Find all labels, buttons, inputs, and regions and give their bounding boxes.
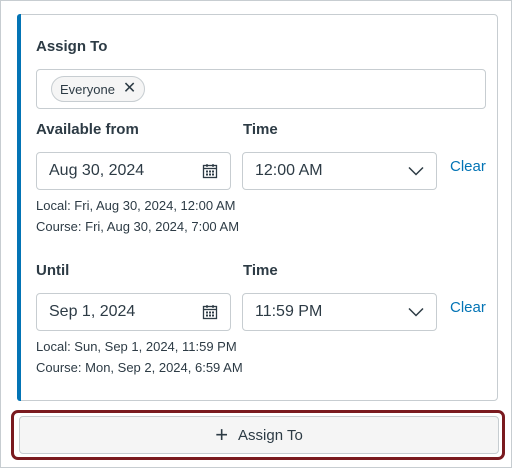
calendar-icon[interactable]: [202, 163, 218, 179]
available-from-clear-button[interactable]: Clear: [450, 158, 486, 175]
plus-icon: +: [215, 422, 229, 447]
available-from-date-value: Aug 30, 2024: [49, 162, 145, 179]
until-clear-button[interactable]: Clear: [450, 299, 486, 316]
assign-to-input[interactable]: Everyone ✕: [36, 69, 486, 109]
until-time-label: Time: [243, 262, 278, 279]
add-assign-to-label: Assign To: [238, 426, 303, 444]
available-from-time-label: Time: [243, 121, 278, 138]
until-date-value: Sep 1, 2024: [49, 303, 136, 320]
chevron-down-icon: [408, 166, 424, 176]
until-label: Until: [36, 262, 70, 279]
until-date-input[interactable]: Sep 1, 2024: [36, 293, 231, 331]
assignee-chip[interactable]: Everyone ✕: [51, 76, 146, 102]
assignee-chip-label: Everyone: [60, 81, 115, 97]
available-from-time-value: 12:00 AM: [255, 162, 323, 179]
chevron-down-icon: [408, 307, 424, 317]
until-course-time: Course: Mon, Sep 2, 2024, 6:59 AM: [36, 360, 243, 375]
available-from-course-time: Course: Fri, Aug 30, 2024, 7:00 AM: [36, 219, 240, 234]
available-from-time-select[interactable]: 12:00 AM: [242, 152, 437, 190]
available-from-local-time: Local: Fri, Aug 30, 2024, 12:00 AM: [36, 198, 236, 213]
add-assign-to-button[interactable]: + Assign To: [19, 416, 499, 454]
until-local-time: Local: Sun, Sep 1, 2024, 11:59 PM: [36, 339, 237, 354]
card-accent-bar: [17, 14, 21, 401]
assign-to-label: Assign To: [36, 38, 108, 55]
available-from-date-input[interactable]: Aug 30, 2024: [36, 152, 231, 190]
until-time-select[interactable]: 11:59 PM: [242, 293, 437, 331]
remove-chip-icon[interactable]: ✕: [123, 81, 136, 97]
calendar-icon[interactable]: [202, 304, 218, 320]
available-from-label: Available from: [36, 121, 139, 138]
until-time-value: 11:59 PM: [255, 303, 323, 320]
